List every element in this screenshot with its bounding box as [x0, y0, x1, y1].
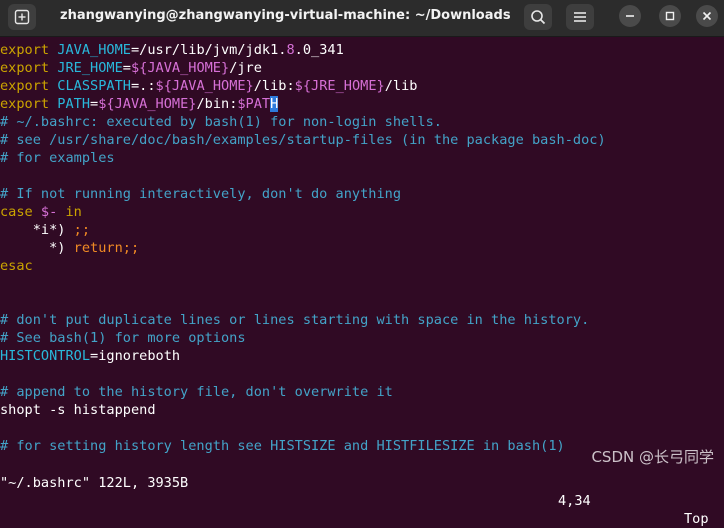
variable-ref: ${JAVA_HOME} [130, 60, 230, 76]
new-tab-button[interactable] [8, 4, 36, 30]
watermark: CSDN @长弓同学 [591, 448, 714, 466]
variable-ref: ${JAVA_HOME} [155, 78, 254, 94]
code-line: export JRE_HOME=${JAVA_HOME}/jre [0, 59, 262, 77]
text: /lib [384, 78, 418, 94]
operator: ;; [122, 240, 140, 256]
text: /jre [229, 60, 262, 76]
text: = [90, 96, 99, 112]
variable: HISTCONTROL [0, 348, 91, 364]
variable-ref: $- [40, 204, 58, 220]
maximize-icon [665, 11, 675, 21]
keyword: export [0, 78, 58, 94]
code-line: *) return;; [0, 239, 139, 257]
variable: JRE_HOME [57, 60, 123, 76]
variable: CLASSPATH [57, 78, 131, 94]
code-line: export CLASSPATH=.:${JAVA_HOME}/lib:${JR… [0, 77, 417, 95]
code-line: HISTCONTROL=ignoreboth [0, 347, 180, 365]
search-button[interactable] [524, 4, 552, 30]
keyword: in [57, 204, 82, 220]
pattern: *i*) [0, 222, 74, 238]
hamburger-menu-icon [574, 12, 586, 22]
code-line: esac [0, 258, 33, 274]
text: /lib: [253, 78, 295, 94]
comment-line: # see /usr/share/doc/bash/examples/start… [0, 132, 606, 148]
operator: ;; [73, 222, 91, 238]
variable-ref: ${JRE_HOME} [294, 78, 385, 94]
code-line: export JAVA_HOME=/usr/lib/jvm/jdk1.8.0_3… [0, 41, 344, 59]
terminal-content[interactable]: export JAVA_HOME=/usr/lib/jvm/jdk1.8.0_3… [0, 40, 724, 477]
variable-ref: ${JAVA_HOME} [98, 96, 197, 112]
scroll-position: Top [684, 511, 709, 527]
minimize-button[interactable] [619, 5, 641, 27]
code-line: case $- in [0, 203, 82, 221]
close-button[interactable] [696, 5, 718, 27]
comment-line: # ~/.bashrc: executed by bash(1) for non… [0, 114, 442, 130]
comment-line: # for setting history length see HISTSIZ… [0, 438, 565, 454]
code-line: shopt -s histappend [0, 402, 156, 418]
keyword: export [0, 42, 58, 58]
text: .0_341 [294, 42, 344, 58]
comment-line: # for examples [0, 150, 115, 166]
code-line: export PATH=${JAVA_HOME}/bin:$PATH [0, 95, 279, 113]
text: =ignoreboth [90, 348, 181, 364]
text-cursor: H [270, 96, 279, 112]
comment-line: # don't put duplicate lines or lines sta… [0, 312, 590, 328]
maximize-button[interactable] [659, 5, 681, 27]
close-icon [702, 11, 712, 21]
number: 8 [286, 42, 295, 58]
variable-ref: $PAT [237, 96, 271, 112]
window-titlebar: zhangwanying@zhangwanying-virtual-machin… [0, 0, 724, 37]
window-title: zhangwanying@zhangwanying-virtual-machin… [60, 8, 511, 23]
text: = [122, 60, 131, 76]
comment-line: # append to the history file, don't over… [0, 384, 393, 400]
variable: JAVA_HOME [57, 42, 131, 58]
cursor-position: 4,34 [558, 493, 591, 509]
text: =.: [130, 78, 156, 94]
keyword: case [0, 204, 41, 220]
pattern: *) [0, 240, 74, 256]
menu-button[interactable] [566, 4, 594, 30]
comment-line: # If not running interactively, don't do… [0, 186, 402, 202]
keyword: return [73, 240, 123, 256]
text: /bin: [196, 96, 238, 112]
minimize-icon [626, 15, 634, 17]
keyword: export [0, 60, 58, 76]
code-line: *i*) ;; [0, 221, 90, 239]
new-tab-icon [14, 9, 30, 25]
search-icon [531, 10, 546, 25]
comment-line: # See bash(1) for more options [0, 330, 246, 346]
text: =/usr/lib/jvm/jdk1. [130, 42, 287, 58]
variable: PATH [57, 96, 91, 112]
keyword: export [0, 96, 58, 112]
